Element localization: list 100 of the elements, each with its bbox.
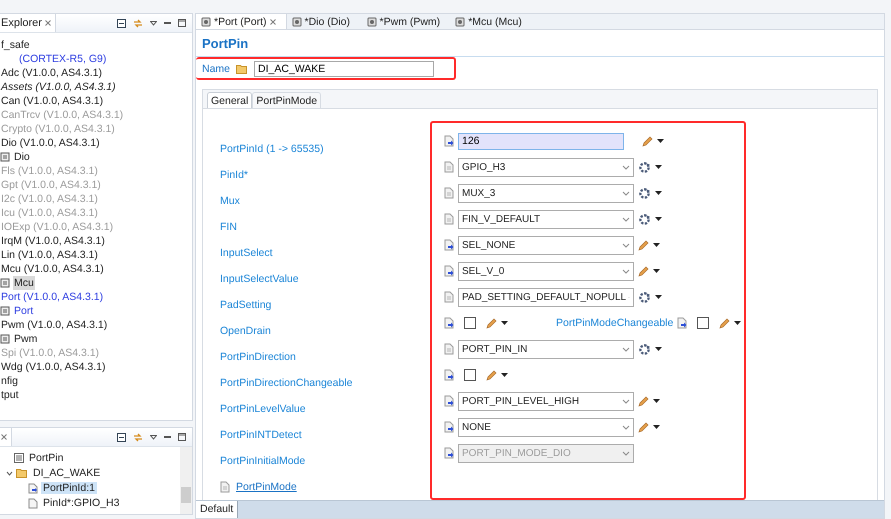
- dropdown[interactable]: MUX_3: [458, 184, 634, 202]
- maximize-icon[interactable]: [178, 433, 186, 441]
- tree-item[interactable]: Port: [13, 304, 34, 318]
- gear-icon[interactable]: [638, 186, 651, 200]
- tree-item[interactable]: f_safe: [0, 38, 31, 52]
- link-icon[interactable]: [133, 432, 143, 442]
- name-field[interactable]: DI_AC_WAKE: [254, 60, 434, 76]
- chevron-down-icon[interactable]: [622, 190, 630, 196]
- pencil-icon[interactable]: [642, 136, 653, 146]
- tree-item[interactable]: Lin (V1.0.0, AS4.3.1): [0, 248, 99, 262]
- tree-item[interactable]: Assets (V1.0.0, AS4.3.1): [0, 80, 117, 94]
- caret-icon[interactable]: [501, 372, 508, 378]
- close-icon[interactable]: [270, 18, 276, 24]
- tree-item[interactable]: tput: [0, 388, 20, 402]
- caret-icon[interactable]: [655, 294, 662, 300]
- tree-item[interactable]: PortPinId:1: [41, 482, 97, 494]
- panel-tab[interactable]: [0, 428, 12, 446]
- chevron-down-icon[interactable]: [622, 346, 630, 352]
- editor-icon: [201, 16, 211, 26]
- chevron-down-icon[interactable]: [622, 398, 630, 404]
- tree-item[interactable]: Adc (V1.0.0, AS4.3.1): [0, 66, 103, 80]
- tree-item[interactable]: Pwm (V1.0.0, AS4.3.1): [0, 318, 108, 332]
- dropdown[interactable]: PAD_SETTING_DEFAULT_NOPULL: [458, 288, 634, 306]
- caret-icon[interactable]: [655, 346, 662, 352]
- tree-item[interactable]: Mcu: [13, 276, 35, 290]
- caret-icon[interactable]: [501, 320, 508, 326]
- chevron-down-icon[interactable]: [622, 216, 630, 222]
- collapse-all-icon[interactable]: [117, 432, 126, 442]
- caret-icon[interactable]: [653, 424, 660, 430]
- checkbox[interactable]: [464, 317, 476, 329]
- pencil-icon[interactable]: [638, 240, 649, 250]
- tree-item[interactable]: Can (V1.0.0, AS4.3.1): [0, 94, 104, 108]
- tree-item[interactable]: Pwm: [13, 332, 38, 346]
- minimize-icon[interactable]: [164, 22, 171, 24]
- section-tab[interactable]: PortPinMode: [252, 92, 322, 108]
- gear-icon[interactable]: [638, 160, 651, 174]
- tree-item[interactable]: Port (V1.0.0, AS4.3.1): [0, 290, 104, 304]
- caret-icon[interactable]: [734, 320, 742, 326]
- editor-tab[interactable]: *Pwm (Pwm): [362, 14, 450, 30]
- link[interactable]: PortPinMode: [236, 481, 297, 493]
- tree-item[interactable]: PinId*:GPIO_H3: [41, 497, 122, 509]
- chevron-down-icon[interactable]: [622, 242, 630, 248]
- chevron-down-icon[interactable]: [622, 164, 630, 170]
- tree-item[interactable]: Wdg (V1.0.0, AS4.3.1): [0, 360, 106, 374]
- view-menu-icon[interactable]: [150, 434, 157, 440]
- caret-icon[interactable]: [653, 242, 660, 248]
- pencil-icon[interactable]: [638, 422, 649, 432]
- pencil-icon[interactable]: [486, 318, 497, 328]
- tree-item[interactable]: PortPin: [27, 452, 66, 464]
- pencil-icon[interactable]: [638, 266, 649, 276]
- dropdown[interactable]: SEL_V_0: [458, 262, 634, 280]
- tree-item[interactable]: Dio: [13, 150, 31, 164]
- chevron-down-icon[interactable]: [622, 268, 630, 274]
- section-tab[interactable]: General: [207, 92, 252, 108]
- caret-icon[interactable]: [655, 190, 662, 196]
- dropdown[interactable]: FIN_V_DEFAULT: [458, 210, 634, 228]
- dropdown[interactable]: NONE: [458, 418, 634, 436]
- view-menu-icon[interactable]: [150, 20, 157, 26]
- link-icon[interactable]: [133, 18, 143, 28]
- checkbox[interactable]: [464, 369, 476, 381]
- dropdown[interactable]: PORT_PIN_LEVEL_HIGH: [458, 392, 634, 410]
- close-icon[interactable]: [45, 20, 52, 26]
- field-label: OpenDrain: [220, 325, 271, 337]
- tree-item[interactable]: DI_AC_WAKE: [31, 467, 102, 479]
- editor-tab[interactable]: *Mcu (Mcu): [450, 14, 532, 30]
- tree-item[interactable]: Dio (V1.0.0, AS4.3.1): [0, 136, 101, 150]
- tree-item[interactable]: nfig: [0, 374, 19, 388]
- caret-icon[interactable]: [653, 398, 660, 404]
- number-field[interactable]: 126: [458, 132, 624, 150]
- editor-tab[interactable]: *Dio (Dio): [286, 14, 362, 30]
- dropdown[interactable]: PORT_PIN_IN: [458, 340, 634, 358]
- caret-icon[interactable]: [655, 216, 662, 222]
- field-label: PinId*: [220, 169, 248, 181]
- panel-tab[interactable]: Explorer: [0, 14, 56, 32]
- chevron-down-icon[interactable]: [622, 424, 630, 430]
- dropdown[interactable]: SEL_NONE: [458, 236, 634, 254]
- caret-icon[interactable]: [657, 138, 664, 144]
- caret-icon[interactable]: [653, 268, 660, 274]
- page-tab[interactable]: Default: [196, 501, 238, 518]
- pencil-icon[interactable]: [719, 318, 730, 328]
- tree-item[interactable]: IrqM (V1.0.0, AS4.3.1): [0, 234, 106, 248]
- gear-icon[interactable]: [638, 342, 651, 356]
- list-icon: [14, 453, 24, 463]
- pencil-icon[interactable]: [638, 396, 649, 406]
- dropdown[interactable]: GPIO_H3: [458, 158, 634, 176]
- pencil-icon[interactable]: [486, 370, 497, 380]
- document-arrow-icon: [28, 482, 38, 494]
- editor-tab[interactable]: *Port (Port): [196, 14, 287, 30]
- field-label: PortPinModeChangeable: [556, 317, 674, 329]
- close-icon[interactable]: [1, 434, 7, 440]
- gear-icon[interactable]: [638, 290, 651, 304]
- minimize-icon[interactable]: [164, 436, 171, 438]
- maximize-icon[interactable]: [178, 19, 186, 27]
- gear-icon[interactable]: [638, 212, 651, 226]
- tree-item[interactable]: (CORTEX-R5, G9): [18, 52, 108, 66]
- collapse-all-icon[interactable]: [117, 18, 126, 28]
- tree-item[interactable]: Mcu (V1.0.0, AS4.3.1): [0, 262, 105, 276]
- checkbox[interactable]: [697, 317, 710, 329]
- caret-icon[interactable]: [655, 164, 662, 170]
- scrollbar[interactable]: [180, 447, 192, 514]
